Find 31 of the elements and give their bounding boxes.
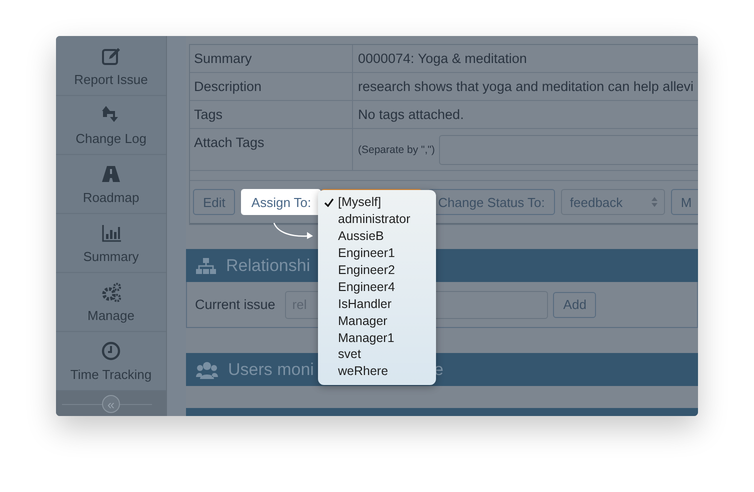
- sitemap-icon: [196, 258, 216, 274]
- select-arrows-icon: [650, 196, 658, 208]
- tags-hint: (Separate by ","): [358, 144, 435, 156]
- retweet-icon: [101, 104, 121, 124]
- table-cell-text: 0000074: Yoga & meditation: [357, 50, 528, 68]
- dropdown-option[interactable]: IsHandler: [318, 295, 436, 312]
- dropdown-option[interactable]: Manager: [318, 312, 436, 330]
- clock-icon: [101, 340, 121, 360]
- dropdown-option[interactable]: Engineer2: [318, 262, 436, 278]
- dropdown-option[interactable]: Engineer4: [318, 278, 436, 296]
- current-issue-label: Current issue: [195, 297, 276, 312]
- table-cell: Tags: [190, 101, 353, 128]
- dropdown-option[interactable]: Engineer1: [318, 244, 436, 262]
- gears-icon: [101, 282, 121, 302]
- users-icon: [196, 360, 218, 378]
- tags-field[interactable]: [438, 134, 698, 164]
- table-cell-text: No tags attached.: [357, 106, 465, 124]
- table-cell: Description: [190, 73, 353, 100]
- dropdown-option[interactable]: AussieB: [318, 228, 436, 245]
- table-cell: Summary: [190, 45, 353, 72]
- dropdown-option[interactable]: svet: [318, 346, 436, 363]
- bar-chart-icon: [101, 222, 121, 242]
- dropdown-option[interactable]: Manager1: [318, 329, 436, 346]
- road-icon: [101, 164, 121, 184]
- section-title: Relationshi: [226, 256, 310, 276]
- pencil-icon: [101, 46, 121, 66]
- assign-button[interactable]: Assign To:: [241, 189, 322, 215]
- section-title: Users moni: [228, 360, 314, 380]
- table-cell-text: research shows that yoga and meditation can help allevi: [357, 78, 694, 96]
- table-cell: Attach Tags: [190, 129, 353, 170]
- dropdown-option[interactable]: weRhere: [318, 362, 436, 380]
